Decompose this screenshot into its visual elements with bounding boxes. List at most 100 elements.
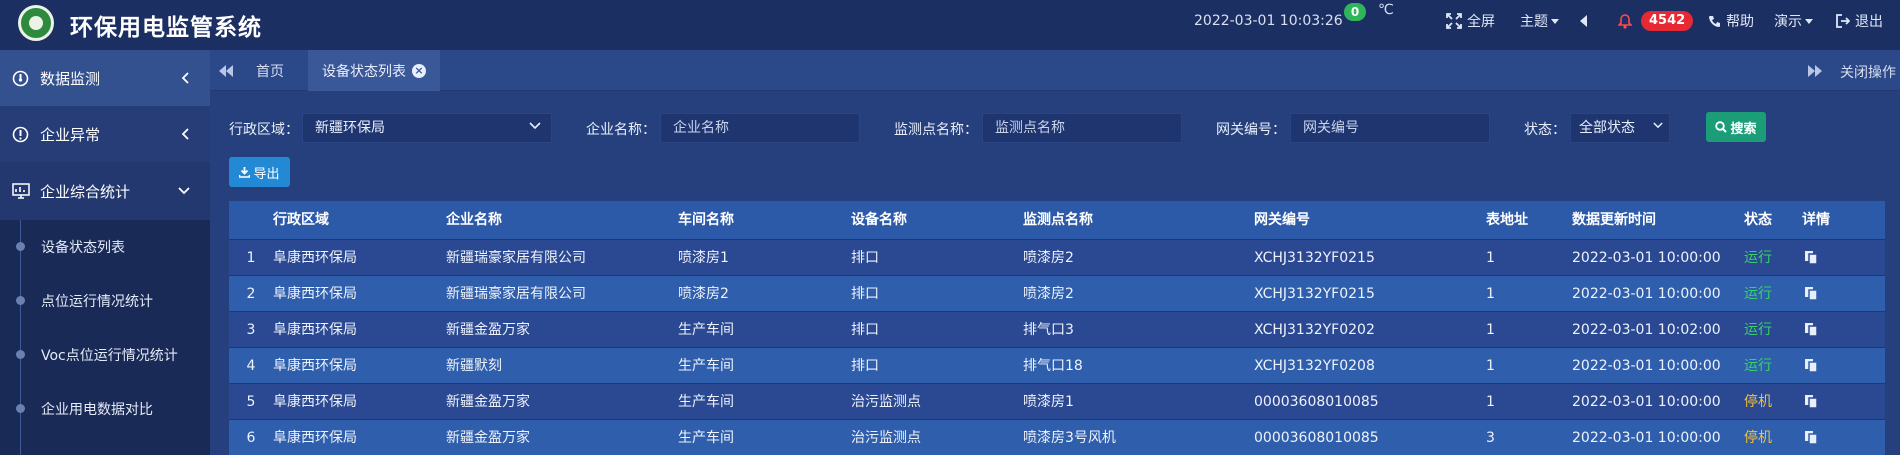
logout-button[interactable]: 退出 (1836, 11, 1883, 31)
cell-monitor-point: 喷漆房3号风机 (1023, 430, 1116, 446)
close-operations-button[interactable]: 关闭操作 (1840, 62, 1896, 82)
detail-button[interactable] (1802, 420, 1852, 455)
cell-monitor-point: 喷漆房1 (1023, 394, 1074, 410)
tab-home[interactable]: 首页 (242, 50, 298, 91)
status-badge: 运行 (1744, 358, 1772, 374)
table-row[interactable]: 4 阜康西环保局 新疆默刻 生产车间 排口 排气口18 XCHJ3132YF02… (229, 347, 1885, 383)
cell-gateway: XCHJ3132YF0215 (1254, 250, 1375, 266)
cell-index: 3 (246, 322, 256, 338)
sidebar-item-enterprise-anomaly[interactable]: 企业异常 (0, 106, 210, 162)
cell-meter-address: 1 (1486, 322, 1495, 338)
sidebar-item-label: 数据监测 (40, 69, 101, 88)
bullet-dot-icon (16, 404, 25, 413)
region-select[interactable]: 新疆环保局 (302, 113, 552, 143)
logo-icon (18, 5, 54, 41)
datetime-display: 2022-03-01 10:03:26 (1194, 13, 1343, 29)
close-icon[interactable]: × (412, 63, 426, 78)
table-row[interactable]: 6 阜康西环保局 新疆金盈万家 生产车间 治污监测点 喷漆房3号风机 00003… (229, 419, 1885, 455)
sidebar-subitem-label: 点位运行情况统计 (41, 294, 153, 310)
cell-gateway: 00003608010085 (1254, 394, 1379, 410)
status-select[interactable]: 全部状态 (1570, 113, 1670, 143)
detail-button[interactable] (1802, 276, 1852, 312)
cell-device: 排口 (851, 250, 879, 266)
gateway-input[interactable]: 网关编号 (1290, 113, 1490, 143)
table-row[interactable]: 3 阜康西环保局 新疆金盈万家 生产车间 排口 排气口3 XCHJ3132YF0… (229, 311, 1885, 347)
sidebar-subitem-voc-operation[interactable]: Voc点位运行情况统计 (0, 328, 210, 382)
tab-active-label: 设备状态列表 (322, 63, 406, 80)
table-row[interactable]: 5 阜康西环保局 新疆金盈万家 生产车间 治污监测点 喷漆房1 00003608… (229, 383, 1885, 419)
download-icon (239, 166, 251, 178)
copy-icon (1805, 395, 1818, 409)
sidebar-item-label: 企业综合统计 (40, 182, 131, 201)
cell-enterprise: 新疆金盈万家 (446, 430, 530, 446)
monitor-chart-icon (12, 182, 30, 199)
status-select-value: 全部状态 (1579, 120, 1635, 136)
fullscreen-button[interactable]: 全屏 (1446, 11, 1495, 31)
column-header-workshop: 车间名称 (678, 212, 734, 228)
collapse-left-button[interactable] (1580, 11, 1593, 31)
cell-device: 治污监测点 (851, 430, 921, 446)
table-row[interactable]: 1 阜康西环保局 新疆瑞豪家居有限公司 喷漆房1 排口 喷漆房2 XCHJ313… (229, 239, 1885, 275)
bullet-dot-icon (16, 350, 25, 359)
copy-icon (1805, 359, 1818, 373)
theme-dropdown[interactable]: 主题 (1520, 11, 1559, 31)
cell-region: 阜康西环保局 (273, 430, 357, 446)
monitor-point-input[interactable]: 监测点名称 (982, 113, 1182, 143)
cell-monitor-point: 喷漆房2 (1023, 250, 1074, 266)
column-header-device: 设备名称 (851, 212, 907, 228)
detail-button[interactable] (1802, 348, 1852, 384)
column-header-gateway: 网关编号 (1254, 212, 1310, 228)
cell-region: 阜康西环保局 (273, 394, 357, 410)
temperature-badge: 0 (1344, 3, 1366, 21)
tab-bar: 首页 设备状态列表 × 关闭操作 (210, 50, 1900, 91)
alarm-count-badge: 4542 (1641, 11, 1694, 31)
device-status-table: 行政区域 企业名称 车间名称 设备名称 监测点名称 网关编号 表地址 数据更新时… (229, 201, 1885, 455)
bullet-dot-icon (16, 242, 25, 251)
cell-index: 1 (246, 250, 256, 266)
detail-button[interactable] (1802, 240, 1852, 276)
chevron-left-icon (182, 72, 189, 84)
table-row[interactable]: 2 阜康西环保局 新疆瑞豪家居有限公司 喷漆房2 排口 喷漆房2 XCHJ313… (229, 275, 1885, 311)
enterprise-input[interactable]: 企业名称 (660, 113, 860, 143)
cell-enterprise: 新疆金盈万家 (446, 394, 530, 410)
cell-meter-address: 1 (1486, 250, 1495, 266)
cell-update-time: 2022-03-01 10:00:00 (1572, 286, 1721, 302)
help-button[interactable]: 帮助 (1708, 11, 1754, 31)
sidebar-subitem-point-operation[interactable]: 点位运行情况统计 (0, 274, 210, 328)
chevron-left-icon (182, 128, 189, 140)
search-button[interactable]: 搜索 (1706, 112, 1766, 142)
chevron-down-icon (1805, 18, 1813, 24)
sidebar-subitem-device-status[interactable]: 设备状态列表 (0, 220, 210, 274)
tab-scroll-right-button[interactable] (1800, 50, 1830, 91)
copy-icon (1805, 431, 1818, 445)
cell-meter-address: 1 (1486, 394, 1495, 410)
status-badge: 停机 (1744, 394, 1772, 410)
detail-button[interactable] (1802, 312, 1852, 348)
cell-index: 2 (246, 286, 256, 302)
cell-device: 排口 (851, 322, 879, 338)
cell-enterprise: 新疆瑞豪家居有限公司 (446, 250, 586, 266)
sidebar-item-enterprise-statistics[interactable]: 企业综合统计 (0, 162, 210, 220)
alarm-button[interactable]: 4542 (1618, 11, 1694, 31)
gateway-label: 网关编号： (1216, 122, 1286, 138)
enterprise-label: 企业名称： (586, 122, 656, 138)
export-button[interactable]: 导出 (229, 157, 290, 187)
sidebar-subitem-power-compare[interactable]: 企业用电数据对比 (0, 382, 210, 436)
sidebar-item-data-monitoring[interactable]: 数据监测 (0, 50, 210, 106)
expand-icon (1446, 13, 1462, 29)
tab-device-status-list[interactable]: 设备状态列表 × (308, 50, 440, 91)
cell-enterprise: 新疆瑞豪家居有限公司 (446, 286, 586, 302)
cell-update-time: 2022-03-01 10:00:00 (1572, 430, 1721, 446)
chevron-down-icon (1653, 122, 1663, 129)
cell-monitor-point: 喷漆房2 (1023, 286, 1074, 302)
tab-scroll-left-button[interactable] (210, 50, 242, 91)
cell-region: 阜康西环保局 (273, 250, 357, 266)
column-header-detail: 详情 (1802, 212, 1830, 228)
column-header-meter-address: 表地址 (1486, 212, 1528, 228)
cell-gateway: 00003608010085 (1254, 430, 1379, 446)
sidebar-item-label: 企业异常 (40, 125, 101, 144)
detail-button[interactable] (1802, 384, 1852, 420)
app-title: 环保用电监管系统 (70, 15, 262, 41)
export-button-label: 导出 (253, 166, 280, 182)
demo-dropdown[interactable]: 演示 (1774, 11, 1813, 31)
